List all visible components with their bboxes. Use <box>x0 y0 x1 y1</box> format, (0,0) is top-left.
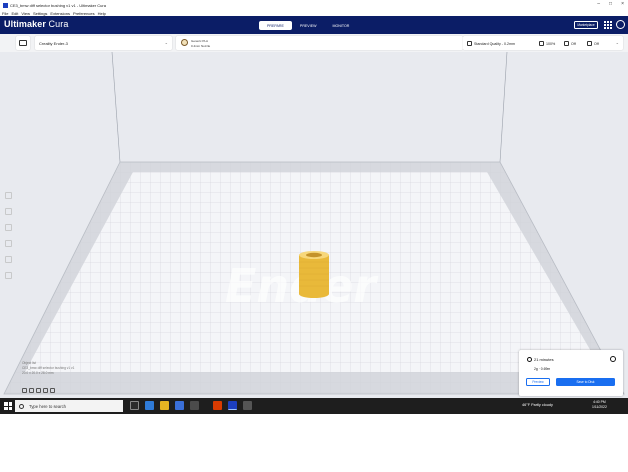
menu-settings[interactable]: Settings <box>33 11 47 16</box>
view-orientation-buttons <box>22 388 55 393</box>
infill-icon <box>539 41 544 46</box>
material-name: Generic PLA <box>191 39 209 43</box>
support-item: Off <box>564 41 576 46</box>
clock-icon <box>527 357 532 362</box>
3d-view-icon[interactable] <box>22 388 27 393</box>
open-file-button[interactable] <box>16 36 30 50</box>
maximize-icon[interactable]: □ <box>609 1 612 7</box>
grid-icon[interactable] <box>604 21 612 29</box>
print-time: 21 minutes <box>534 357 554 362</box>
adhesion-icon <box>587 41 592 46</box>
build-plate-viewport[interactable]: Ender Object list CE3_bmw diff selector … <box>0 52 628 398</box>
folder-icon <box>19 40 27 46</box>
nozzle-size: 0.4mm Nozzle <box>191 43 211 48</box>
office-icon[interactable] <box>213 401 222 410</box>
support-label: Off <box>571 41 576 46</box>
adhesion-item: Off <box>587 41 599 46</box>
preview-button[interactable]: Preview <box>526 378 550 386</box>
quality-item: Standard Quality - 0.2mm <box>467 41 515 46</box>
infill-item: 100% <box>539 41 555 46</box>
brand-logo: Ultimaker Cura <box>4 19 69 29</box>
printer-selector[interactable]: Creality Ender-3 ⌄ <box>35 36 172 50</box>
windows-taskbar: Type here to search 46°F Partly cloudy 4… <box>0 398 628 414</box>
extruder-icon <box>181 39 188 46</box>
support-blocker-icon[interactable] <box>5 272 12 279</box>
left-view-icon[interactable] <box>43 388 48 393</box>
taskbar-search-placeholder: Type here to search <box>29 403 67 409</box>
menu-file[interactable]: File <box>2 11 8 16</box>
app-header: Ultimaker Cura PREPARE PREVIEW MONITOR M… <box>0 16 628 34</box>
system-clock[interactable]: 4:40 PM 1/11/2022 <box>592 400 607 410</box>
adhesion-label: Off <box>594 41 599 46</box>
taskbar-search[interactable]: Type here to search <box>15 400 123 412</box>
top-view-icon[interactable] <box>36 388 41 393</box>
move-tool-icon[interactable] <box>5 192 12 199</box>
material-estimate: 2g · 0.69m <box>534 367 551 371</box>
search-icon <box>19 403 24 409</box>
tab-monitor[interactable]: MONITOR <box>325 21 358 30</box>
menu-edit[interactable]: Edit <box>11 11 18 16</box>
front-view-icon[interactable] <box>29 388 34 393</box>
store-icon[interactable] <box>190 401 199 410</box>
action-panel: 21 minutes 2g · 0.69m Preview Save to Di… <box>519 350 623 396</box>
cura-taskbar-icon[interactable] <box>228 401 237 410</box>
right-view-icon[interactable] <box>50 388 55 393</box>
object-dimensions: 20.0 x 20.0 x 28.0 mm <box>22 371 54 375</box>
mail-icon[interactable] <box>175 401 184 410</box>
save-to-disk-button[interactable]: Save to Disk <box>556 378 615 386</box>
infill-label: 100% <box>546 41 556 46</box>
tab-prepare[interactable]: PREPARE <box>259 21 292 30</box>
account-icon[interactable] <box>616 20 625 29</box>
weather-widget[interactable]: 46°F Partly cloudy <box>522 403 553 407</box>
window-title-bar: CE3_bmw diff selector bushing v1 v1 - Ul… <box>0 0 628 10</box>
minimize-icon[interactable]: – <box>597 1 600 7</box>
quality-label: Standard Quality - 0.2mm <box>474 41 515 46</box>
menu-help[interactable]: Help <box>98 11 106 16</box>
info-icon[interactable] <box>610 356 616 362</box>
window-title: CE3_bmw diff selector bushing v1 v1 - Ul… <box>10 2 106 8</box>
window-controls: – □ × <box>597 1 624 7</box>
model-bushing <box>299 251 329 298</box>
printer-name: Creality Ender-3 <box>39 41 68 46</box>
file-explorer-icon[interactable] <box>160 401 169 410</box>
volume-edge-right <box>499 52 508 163</box>
marketplace-button[interactable]: Marketplace <box>574 21 598 29</box>
volume-edge-left <box>111 52 121 163</box>
edge-icon[interactable] <box>145 401 154 410</box>
tool-panel <box>5 192 14 288</box>
support-icon <box>564 41 569 46</box>
task-view-icon[interactable] <box>130 401 139 410</box>
build-plate-scene: Ender <box>3 52 625 395</box>
stage-tabs: PREPARE PREVIEW MONITOR <box>259 21 357 30</box>
print-settings-selector[interactable]: Standard Quality - 0.2mm 100% Off Off ⌄ <box>463 36 623 50</box>
chevron-down-icon: ⌄ <box>615 40 619 45</box>
main-toolbar: Creality Ender-3 ⌄ Generic PLA 0.4mm Noz… <box>0 34 628 52</box>
chevron-down-icon: ⌄ <box>164 40 168 45</box>
tab-preview[interactable]: PREVIEW <box>292 21 325 30</box>
object-list[interactable]: Object list CE3_bmw diff selector bushin… <box>22 361 74 376</box>
sliders-icon <box>467 41 472 46</box>
menu-extensions[interactable]: Extensions <box>50 11 70 16</box>
app-icon[interactable] <box>243 401 252 410</box>
scale-tool-icon[interactable] <box>5 208 12 215</box>
menu-preferences[interactable]: Preferences <box>73 11 95 16</box>
close-icon[interactable]: × <box>621 1 624 7</box>
menu-view[interactable]: View <box>21 11 30 16</box>
clock-date: 1/11/2022 <box>592 405 607 409</box>
windows-icon[interactable] <box>4 402 12 410</box>
cura-app-icon <box>3 2 8 8</box>
mirror-tool-icon[interactable] <box>5 240 12 247</box>
per-model-settings-icon[interactable] <box>5 256 12 263</box>
rotate-tool-icon[interactable] <box>5 224 12 231</box>
material-selector[interactable]: Generic PLA 0.4mm Nozzle <box>176 36 463 50</box>
